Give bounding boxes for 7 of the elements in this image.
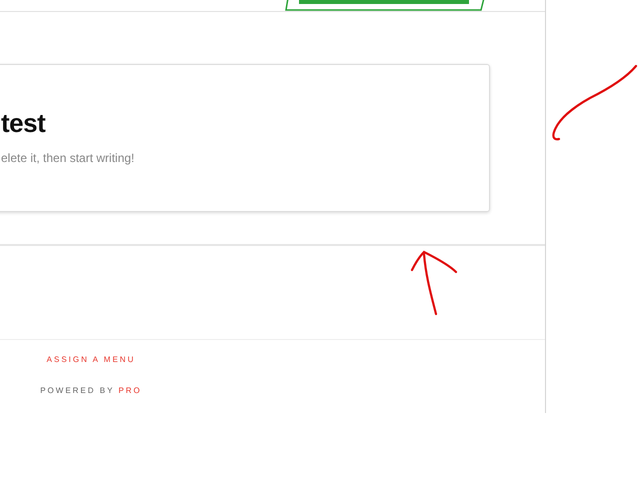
assign-menu-link[interactable]: ASSIGN A MENU [46,355,136,364]
powered-by-link[interactable]: PRO [118,386,142,395]
post-body: elete it, then start writing! [1,151,134,165]
arrow-drawing [408,248,460,318]
post-title: test [1,107,46,139]
powered-by-text: POWERED BY [40,386,114,395]
logo-icon [285,0,485,11]
